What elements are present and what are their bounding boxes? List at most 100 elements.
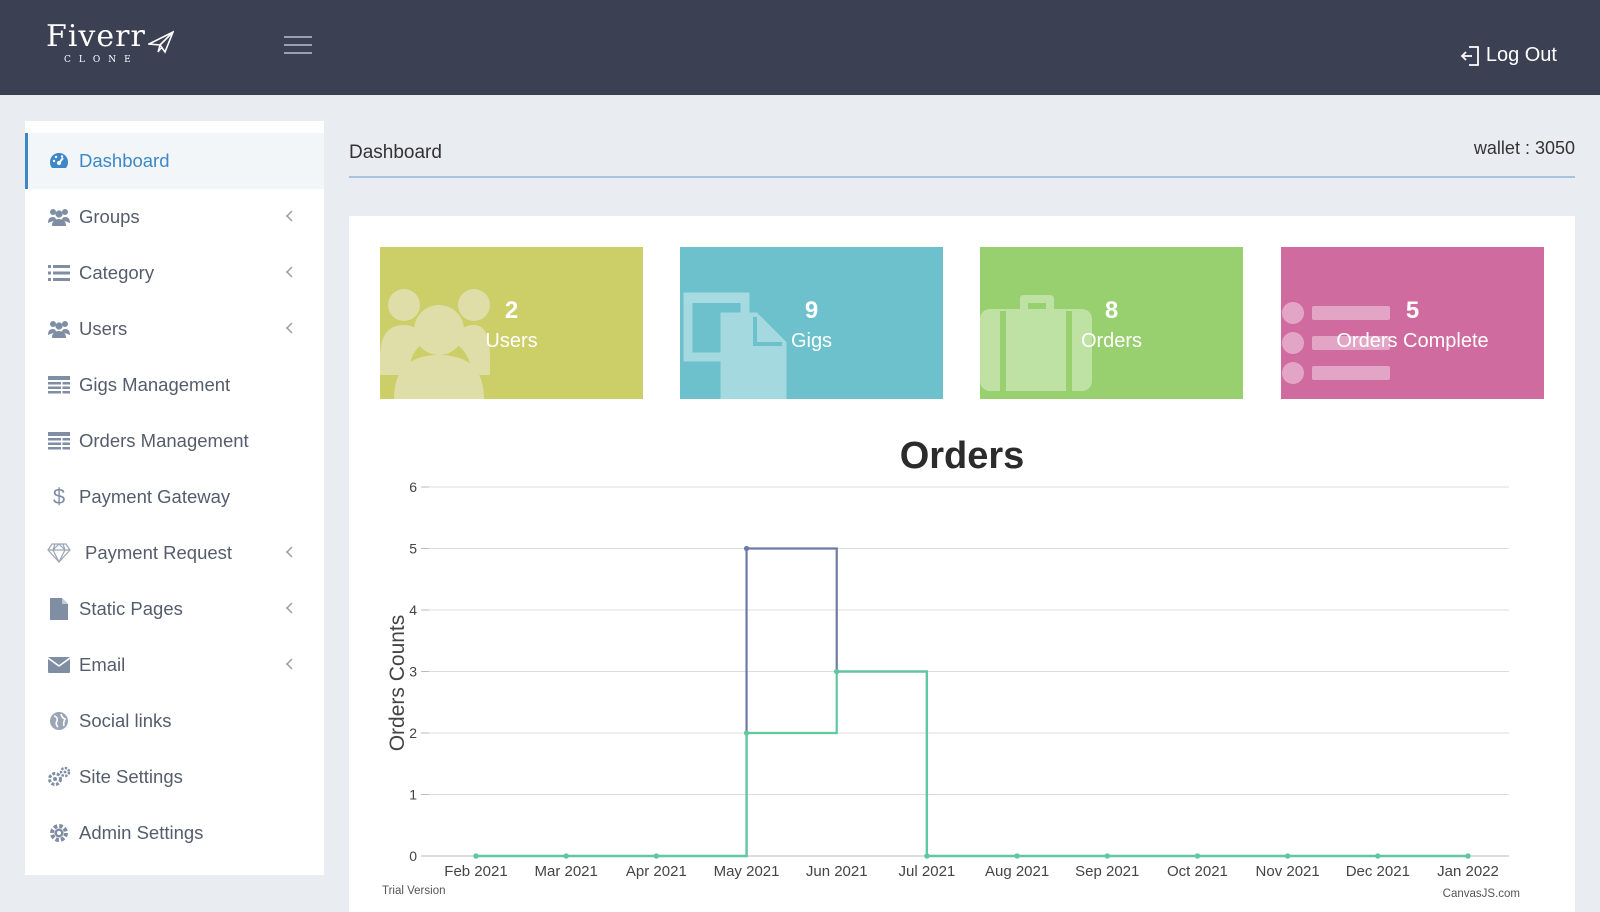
chart-y-tick-label: 2	[409, 725, 417, 741]
chevron-left-icon	[286, 322, 293, 334]
users-icon	[47, 317, 71, 341]
sidebar-item-label: Payment Request	[85, 542, 233, 563]
sidebar-item-users[interactable]: Users	[25, 301, 324, 357]
chart-series	[473, 545, 1471, 859]
globe-icon	[47, 709, 71, 733]
content-header: Dashboard wallet : 3050	[349, 138, 1575, 178]
hamburger-line	[284, 36, 312, 38]
logout-button[interactable]: Log Out	[1460, 44, 1557, 67]
stat-card-orders-complete[interactable]: 5 Orders Complete	[1281, 247, 1544, 399]
chart-ticks: 0 1 2 3 4 5 6 Feb 2021 Mar 2021 Apr 2021 May 2021 J…	[409, 479, 1499, 880]
sidebar-item-label: Site Settings	[79, 766, 183, 787]
sidebar-item-label: Groups	[79, 206, 140, 227]
sidebar-item-static-pages[interactable]: Static Pages	[25, 581, 324, 637]
sign-out-icon	[1460, 45, 1479, 66]
orders-chart: Orders Orders Counts 0 1 2 3 4 5 6 Feb 2021 Mar …	[382, 435, 1520, 900]
sidebar-item-site-settings[interactable]: Site Settings	[25, 749, 324, 805]
chart-data-point	[473, 853, 479, 859]
dollar-icon: $	[52, 484, 66, 509]
file-icon	[47, 597, 71, 621]
list-icon	[47, 261, 71, 285]
chart-x-tick-label: Feb 2021	[444, 863, 507, 880]
sidebar-item-dashboard[interactable]: Dashboard	[25, 133, 324, 189]
sidebar-item-label: Social links	[79, 710, 172, 731]
sidebar-item-label: Category	[79, 262, 155, 283]
chart-data-point	[1104, 853, 1110, 859]
chart-y-tick-label: 0	[409, 848, 417, 864]
sidebar-item-payment-gateway[interactable]: $ Payment Gateway	[25, 469, 324, 525]
top-navbar: Fiverr CLONE Log Out	[0, 0, 1600, 95]
stat-label: Users	[485, 330, 538, 352]
chevron-left-icon	[286, 266, 293, 278]
stat-value: 8	[1104, 297, 1119, 324]
sidebar-item-label: Gigs Management	[79, 374, 231, 395]
chart-y-tick-label: 1	[409, 787, 417, 803]
envelope-icon	[47, 653, 71, 677]
chart-watermark-trial: Trial Version	[382, 885, 446, 897]
sidebar-item-email[interactable]: Email	[25, 637, 324, 693]
chart-y-tick-label: 6	[409, 479, 417, 495]
sidebar-item-social-links[interactable]: Social links	[25, 693, 324, 749]
chart-gridlines	[429, 486, 1509, 857]
chart-x-tick-label: May 2021	[714, 863, 780, 880]
chart-x-tick-label: Mar 2021	[534, 863, 597, 880]
chevron-left-icon	[286, 546, 293, 558]
stat-label: Orders Complete	[1336, 330, 1489, 352]
chart-series-line	[476, 670, 1468, 858]
users-icon	[47, 205, 71, 229]
menu-toggle-button[interactable]	[284, 36, 312, 58]
stat-value: 9	[804, 297, 819, 324]
chart-data-point	[563, 853, 569, 859]
sidebar-item-label: Dashboard	[79, 150, 170, 171]
chart-y-tick-label: 4	[409, 602, 417, 618]
gears-icon	[47, 765, 71, 789]
hamburger-line	[284, 44, 312, 46]
chart-x-tick-label: Dec 2021	[1346, 863, 1410, 880]
sidebar-item-label: Orders Management	[79, 430, 249, 451]
stat-card-orders[interactable]: 8 Orders	[980, 247, 1243, 399]
chart-y-tick-label: 5	[409, 541, 417, 557]
stat-card-users[interactable]: 2 Users	[380, 247, 643, 399]
wallet-balance: wallet : 3050	[1473, 138, 1575, 158]
chart-data-point	[924, 853, 930, 859]
stat-label: Orders	[1080, 330, 1143, 352]
logout-label: Log Out	[1485, 44, 1557, 66]
chevron-left-icon	[286, 658, 293, 670]
sidebar-item-label: Email	[79, 654, 126, 675]
chart-x-tick-label: Jan 2022	[1437, 863, 1499, 880]
chart-data-point	[1285, 853, 1291, 859]
chevron-left-icon	[286, 210, 293, 222]
sidebar-item-orders-management[interactable]: Orders Management	[25, 413, 324, 469]
chart-data-point	[653, 853, 659, 859]
chevron-left-icon	[286, 602, 293, 614]
sidebar-item-category[interactable]: Category	[25, 245, 324, 301]
sidebar-item-label: Admin Settings	[79, 822, 204, 843]
chart-x-tick-label: Sep 2021	[1075, 863, 1139, 880]
sidebar-item-payment-request[interactable]: Payment Request	[25, 525, 324, 581]
hamburger-line	[284, 52, 312, 54]
table-icon	[47, 373, 71, 397]
stat-value: 2	[504, 297, 519, 324]
paper-plane-icon	[147, 30, 174, 54]
logo[interactable]: Fiverr CLONE	[46, 22, 174, 65]
sidebar-item-gigs-management[interactable]: Gigs Management	[25, 357, 324, 413]
sidebar-item-label: Payment Gateway	[79, 486, 231, 507]
chart-watermark-credit: CanvasJS.com	[1443, 888, 1520, 900]
sidebar-item-groups[interactable]: Groups	[25, 189, 324, 245]
chart-x-tick-label: Apr 2021	[626, 863, 687, 880]
chart-x-tick-label: Oct 2021	[1167, 863, 1228, 880]
chart-data-point	[1014, 853, 1020, 859]
chart-data-point	[743, 730, 750, 736]
chart-x-tick-label: Aug 2021	[985, 863, 1049, 880]
dashboard-icon	[47, 149, 71, 173]
gear-icon	[47, 821, 71, 845]
sidebar-item-label: Users	[79, 318, 128, 339]
sidebar-item-admin-settings[interactable]: Admin Settings	[25, 805, 324, 861]
stat-card-gigs[interactable]: 9 Gigs	[680, 247, 943, 399]
chart-series-line	[476, 547, 1468, 858]
chart-data-point	[743, 545, 750, 552]
dashboard-panel: 2 Users 9 Gigs 8 Orders 5 Orders Complet…	[349, 216, 1575, 912]
chart-data-point	[1194, 853, 1201, 859]
chart-y-tick-label: 3	[409, 664, 417, 680]
stat-label: Gigs	[790, 330, 833, 352]
